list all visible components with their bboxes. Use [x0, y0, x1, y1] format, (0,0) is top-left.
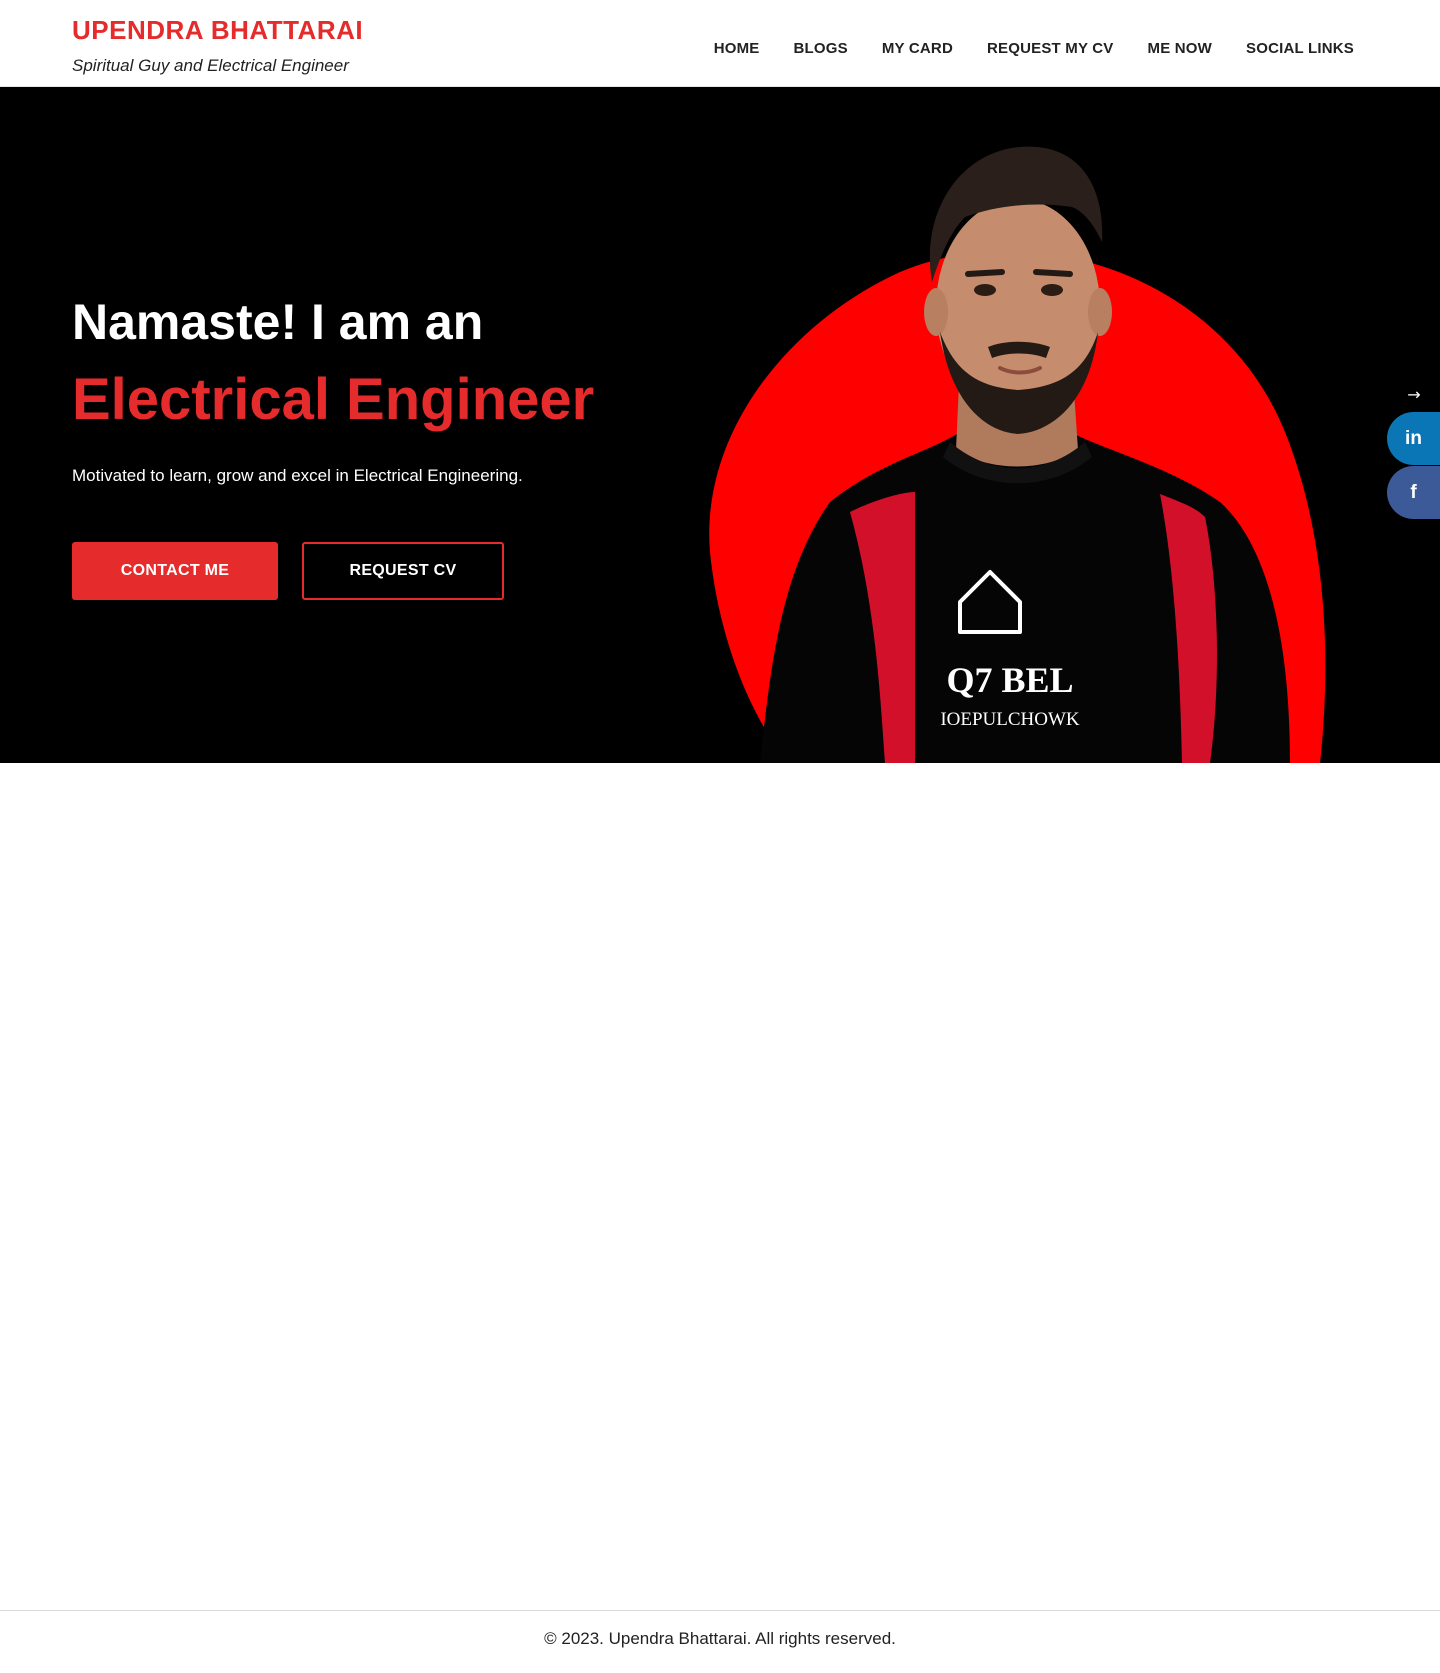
facebook-button[interactable]: f: [1387, 466, 1440, 519]
hero-description: Motivated to learn, grow and excel in El…: [72, 466, 523, 485]
hero-greeting: Namaste! I am an: [72, 294, 484, 350]
site-title[interactable]: UPENDRA BHATTARAI: [72, 14, 363, 46]
hero-role: Electrical Engineer: [72, 367, 595, 432]
linkedin-button[interactable]: in: [1387, 412, 1440, 465]
nav-item-request-my-cv[interactable]: REQUEST MY CV: [987, 40, 1114, 57]
portrait-image: Q7 BEL IOEPULCHOWK: [709, 146, 1326, 763]
shirt-print-text-bottom: IOEPULCHOWK: [940, 709, 1080, 730]
copyright-text: © 2023. Upendra Bhattarai. All rights re…: [544, 1629, 896, 1648]
nav-item-home[interactable]: HOME: [714, 40, 760, 57]
request-cv-button[interactable]: REQUEST CV: [302, 542, 504, 600]
nav-item-social-links[interactable]: SOCIAL LINKS: [1246, 40, 1354, 57]
nav-item-blogs[interactable]: BLOGS: [794, 40, 848, 57]
facebook-icon: f: [1410, 481, 1417, 503]
nav-item-my-card[interactable]: MY CARD: [882, 40, 953, 57]
brand: UPENDRA BHATTARAI Spiritual Guy and Elec…: [72, 14, 363, 76]
site-footer: © 2023. Upendra Bhattarai. All rights re…: [0, 1610, 1440, 1673]
arrow-right-icon[interactable]: →: [1404, 385, 1424, 405]
site-header: UPENDRA BHATTARAI Spiritual Guy and Elec…: [0, 0, 1440, 87]
shirt-print-text-top: Q7 BEL: [946, 660, 1073, 700]
contact-me-button[interactable]: CONTACT ME: [72, 542, 278, 600]
main-nav: HOME BLOGS MY CARD REQUEST MY CV ME NOW …: [714, 40, 1354, 57]
nav-item-me-now[interactable]: ME NOW: [1148, 40, 1213, 57]
hero-section: Namaste! I am an Electrical Engineer Mot…: [0, 87, 1440, 763]
site-tagline: Spiritual Guy and Electrical Engineer: [72, 56, 349, 75]
linkedin-icon: in: [1405, 427, 1422, 449]
